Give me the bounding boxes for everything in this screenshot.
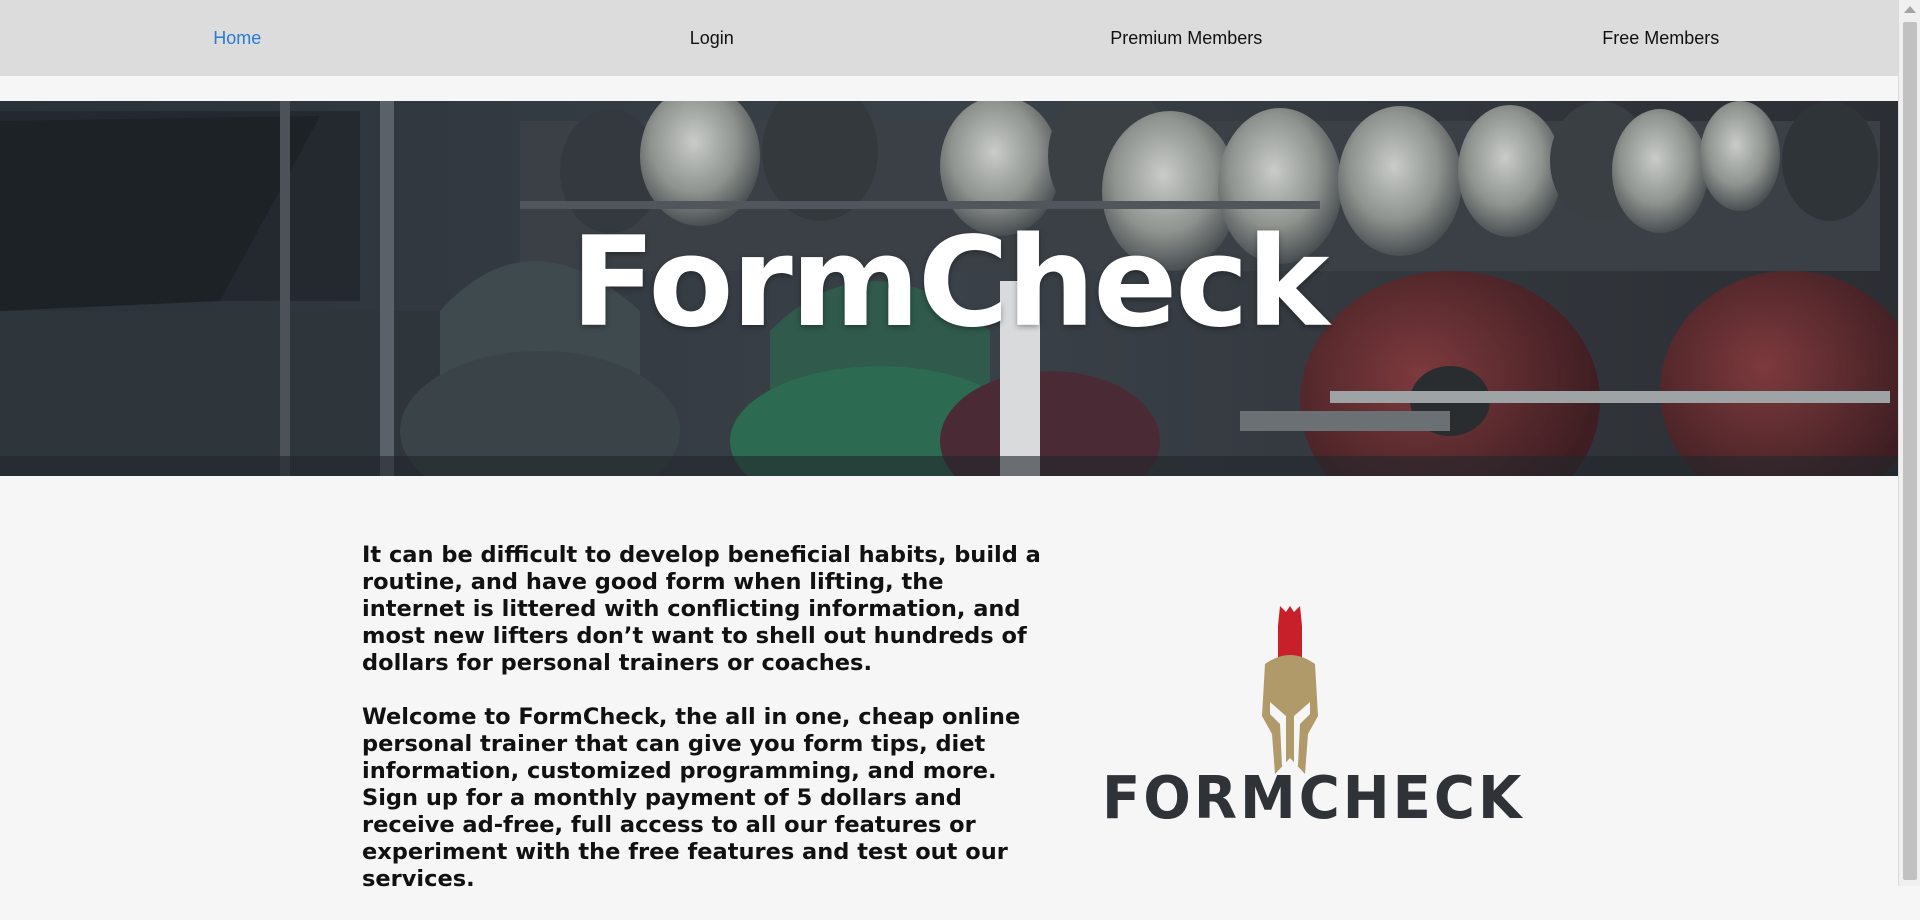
logo-wordmark: FORMCHECK bbox=[1102, 764, 1525, 833]
intro-paragraph-2: Welcome to FormCheck, the all in one, ch… bbox=[362, 704, 1021, 892]
nav-login-link[interactable]: Login bbox=[475, 28, 950, 49]
formcheck-logo: FORMCHECK bbox=[1100, 606, 1521, 856]
intro-paragraph-1: It can be difficult to develop beneficia… bbox=[362, 542, 1041, 676]
hero-banner: FormCheck bbox=[0, 101, 1898, 476]
nav-spacer bbox=[0, 76, 1898, 101]
nav-premium-members-link[interactable]: Premium Members bbox=[949, 28, 1424, 49]
spartan-helmet-icon bbox=[1262, 606, 1318, 774]
hero-title: FormCheck bbox=[570, 211, 1330, 355]
scroll-up-arrow-icon[interactable] bbox=[1904, 6, 1916, 13]
intro-text: It can be difficult to develop beneficia… bbox=[362, 542, 1042, 920]
top-nav: Home Login Premium Members Free Members bbox=[0, 0, 1898, 76]
scrollbar-thumb[interactable] bbox=[1903, 22, 1917, 880]
nav-home-link[interactable]: Home bbox=[0, 28, 475, 49]
main-content: It can be difficult to develop beneficia… bbox=[0, 476, 1898, 892]
vertical-scrollbar[interactable] bbox=[1898, 0, 1920, 886]
nav-free-members-link[interactable]: Free Members bbox=[1424, 28, 1899, 49]
